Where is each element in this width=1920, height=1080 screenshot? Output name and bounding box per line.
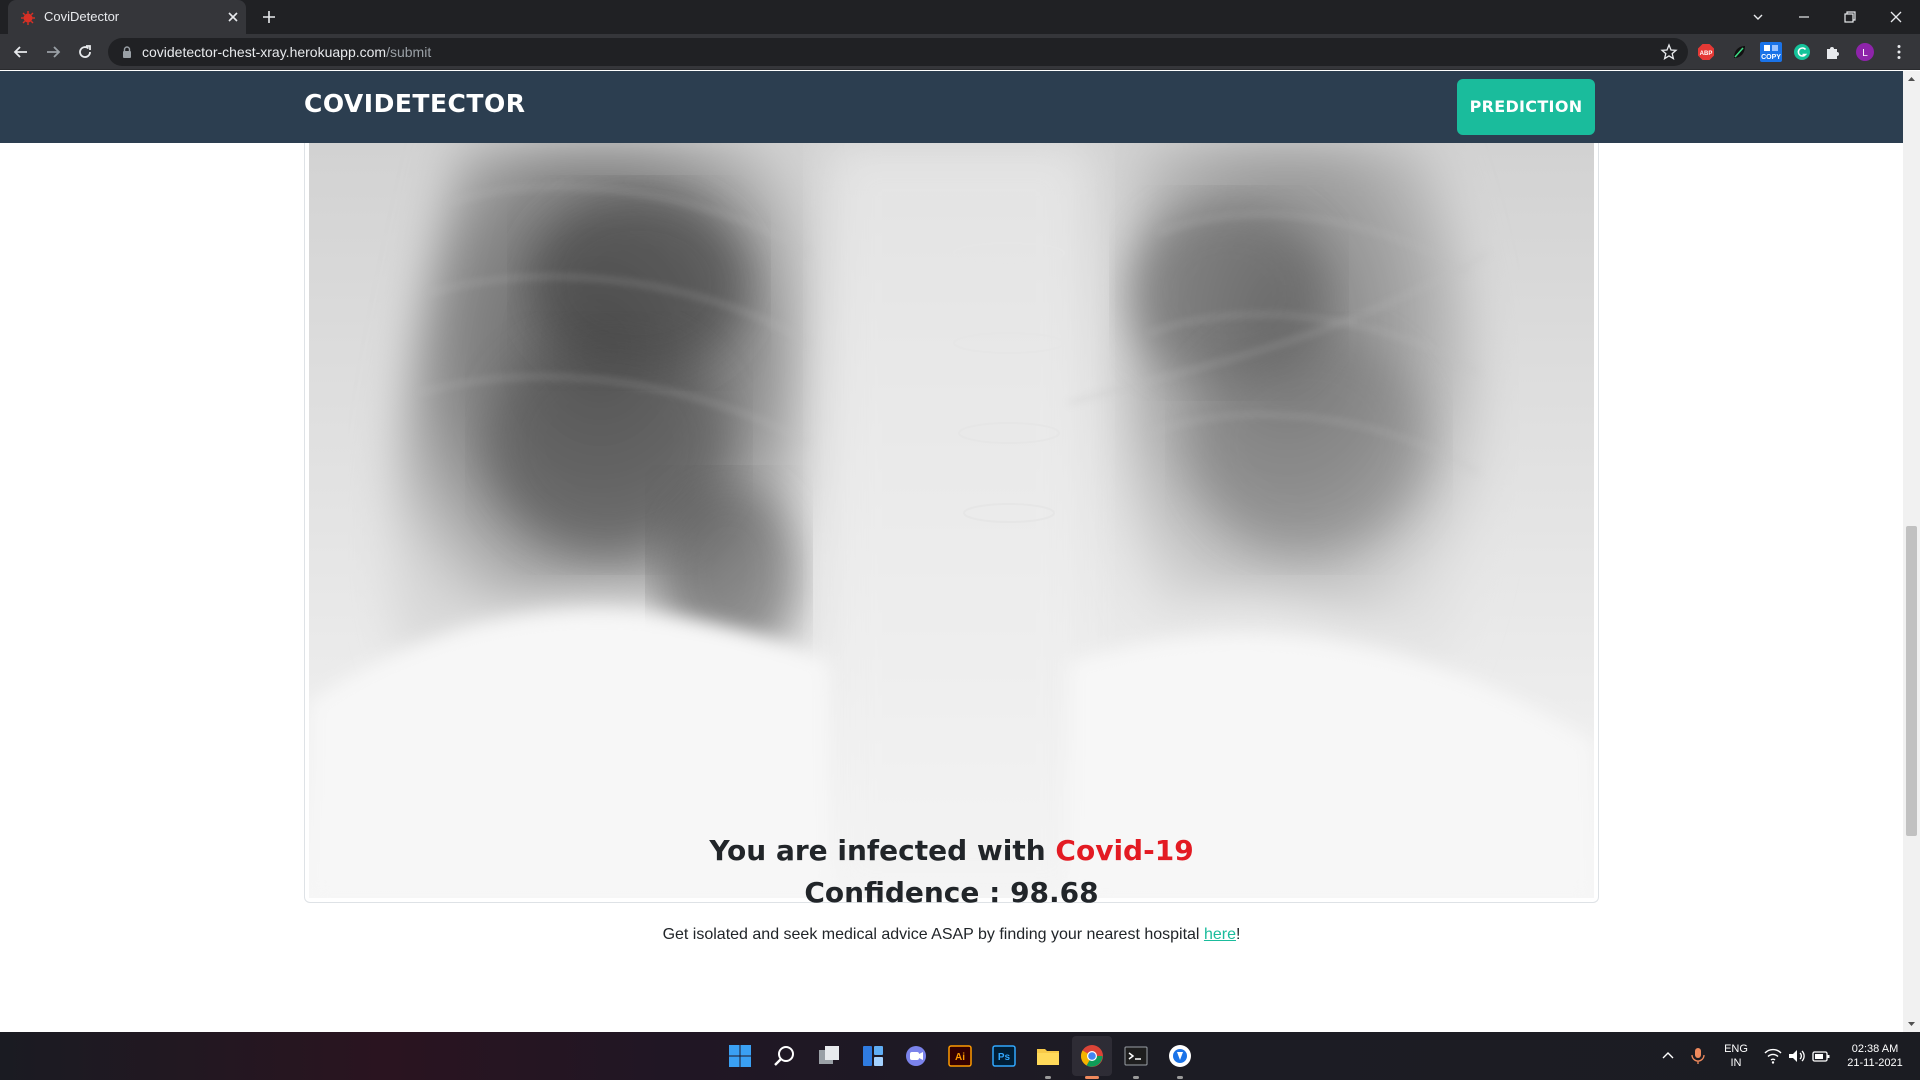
site-brand[interactable]: COVIDETECTOR — [304, 89, 525, 118]
forward-arrow-icon[interactable] — [43, 42, 63, 62]
page-scrollbar-thumb[interactable] — [1906, 526, 1917, 836]
terminal-running-indicator — [1133, 1076, 1139, 1079]
url-text: covidetector-chest-xray.herokuapp.com/su… — [142, 44, 431, 60]
microphone-icon[interactable] — [1690, 1047, 1706, 1065]
copy-label: COPY — [1761, 54, 1781, 61]
illustrator-icon[interactable]: Ai — [948, 1044, 972, 1068]
advice-text: Get isolated and seek medical advice ASA… — [0, 926, 1903, 944]
scroll-down-arrow-icon[interactable] — [1906, 1019, 1917, 1029]
prediction-button[interactable]: PREDICTION — [1457, 79, 1595, 135]
search-icon[interactable] — [773, 1044, 797, 1068]
tray-overflow-chevron-icon[interactable] — [1660, 1048, 1676, 1064]
battery-icon[interactable] — [1812, 1048, 1830, 1064]
confidence-line: Confidence : 98.68 — [0, 876, 1903, 909]
clock-time: 02:38 AM — [1851, 1043, 1899, 1055]
advice-body: Get isolated and seek medical advice ASA… — [662, 926, 1200, 943]
chest-xray-image — [309, 143, 1594, 898]
windows-start-icon[interactable] — [728, 1044, 752, 1068]
grammarly-icon[interactable] — [1793, 43, 1811, 61]
windows-taskbar: Ai Ps ENG IN 02:38 AM 21-11-2021 — [0, 1032, 1920, 1080]
chrome-icon[interactable] — [1080, 1044, 1104, 1068]
address-bar[interactable]: covidetector-chest-xray.herokuapp.com/su… — [108, 38, 1688, 66]
diagnosis-label: Covid-19 — [1055, 834, 1194, 867]
wifi-icon[interactable] — [1764, 1048, 1782, 1064]
result-heading: You are infected with Covid-19 — [0, 834, 1903, 867]
illustrator-label: Ai — [955, 1052, 965, 1063]
photoshop-label: Ps — [998, 1052, 1011, 1063]
reload-icon[interactable] — [75, 42, 95, 62]
language-line2: IN — [1730, 1057, 1742, 1069]
language-line1: ENG — [1724, 1043, 1748, 1055]
result-prefix: You are infected with — [709, 834, 1046, 867]
adblock-plus-icon[interactable]: ABP — [1697, 43, 1715, 61]
close-tab-icon[interactable] — [224, 8, 242, 26]
app-running-indicator — [1177, 1076, 1183, 1079]
tab-title: CoviDetector — [44, 9, 120, 24]
profile-avatar-icon[interactable]: L — [1856, 43, 1874, 61]
site-navbar: COVIDETECTOR PREDICTION — [0, 71, 1903, 143]
adblock-label: ABP — [1700, 51, 1713, 57]
xray-image-card — [304, 143, 1599, 903]
minimize-icon[interactable] — [1794, 7, 1814, 27]
widgets-icon[interactable] — [861, 1044, 885, 1068]
copy-extension-icon[interactable]: COPY — [1758, 40, 1784, 64]
url-host: covidetector-chest-xray.herokuapp.com — [142, 44, 387, 60]
page-viewport: COVIDETECTOR PREDICTION You are infected… — [0, 71, 1903, 1032]
bookmark-star-icon[interactable] — [1660, 43, 1678, 61]
restore-icon[interactable] — [1840, 7, 1860, 27]
language-indicator[interactable]: ENG IN — [1721, 1042, 1751, 1070]
confidence-value: 98.68 — [1010, 876, 1099, 909]
browser-toolbar: covidetector-chest-xray.herokuapp.com/su… — [0, 34, 1920, 70]
chrome-running-indicator — [1085, 1076, 1099, 1079]
file-explorer-icon[interactable] — [1036, 1044, 1060, 1068]
new-tab-plus-icon[interactable] — [260, 8, 278, 26]
volume-icon[interactable] — [1788, 1048, 1806, 1064]
task-view-icon[interactable] — [817, 1044, 841, 1068]
avatar-initial: L — [1862, 48, 1868, 59]
virus-favicon-icon — [21, 11, 35, 25]
terminal-icon[interactable] — [1124, 1044, 1148, 1068]
clock-date: 21-11-2021 — [1847, 1057, 1903, 1069]
leaf-extension-icon[interactable] — [1730, 43, 1748, 61]
back-arrow-icon[interactable] — [11, 42, 31, 62]
tab-search-chevron-icon[interactable] — [1748, 7, 1768, 27]
close-window-icon[interactable] — [1886, 7, 1906, 27]
teams-chat-icon[interactable] — [904, 1044, 928, 1068]
extensions-puzzle-icon[interactable] — [1824, 43, 1842, 61]
lock-icon[interactable] — [120, 45, 134, 59]
app-icon[interactable] — [1168, 1044, 1192, 1068]
scroll-up-arrow-icon[interactable] — [1906, 74, 1917, 84]
clock[interactable]: 02:38 AM 21-11-2021 — [1840, 1042, 1910, 1070]
confidence-label: Confidence : — [804, 876, 1001, 909]
photoshop-icon[interactable]: Ps — [992, 1044, 1016, 1068]
url-path: /submit — [386, 44, 432, 60]
browser-tab[interactable]: CoviDetector — [8, 0, 246, 34]
advice-suffix: ! — [1235, 926, 1241, 943]
file-explorer-running-indicator — [1045, 1076, 1051, 1079]
browser-tab-strip: CoviDetector — [0, 0, 1920, 34]
hospital-link[interactable]: here — [1204, 926, 1236, 943]
browser-menu-icon[interactable] — [1890, 43, 1908, 61]
